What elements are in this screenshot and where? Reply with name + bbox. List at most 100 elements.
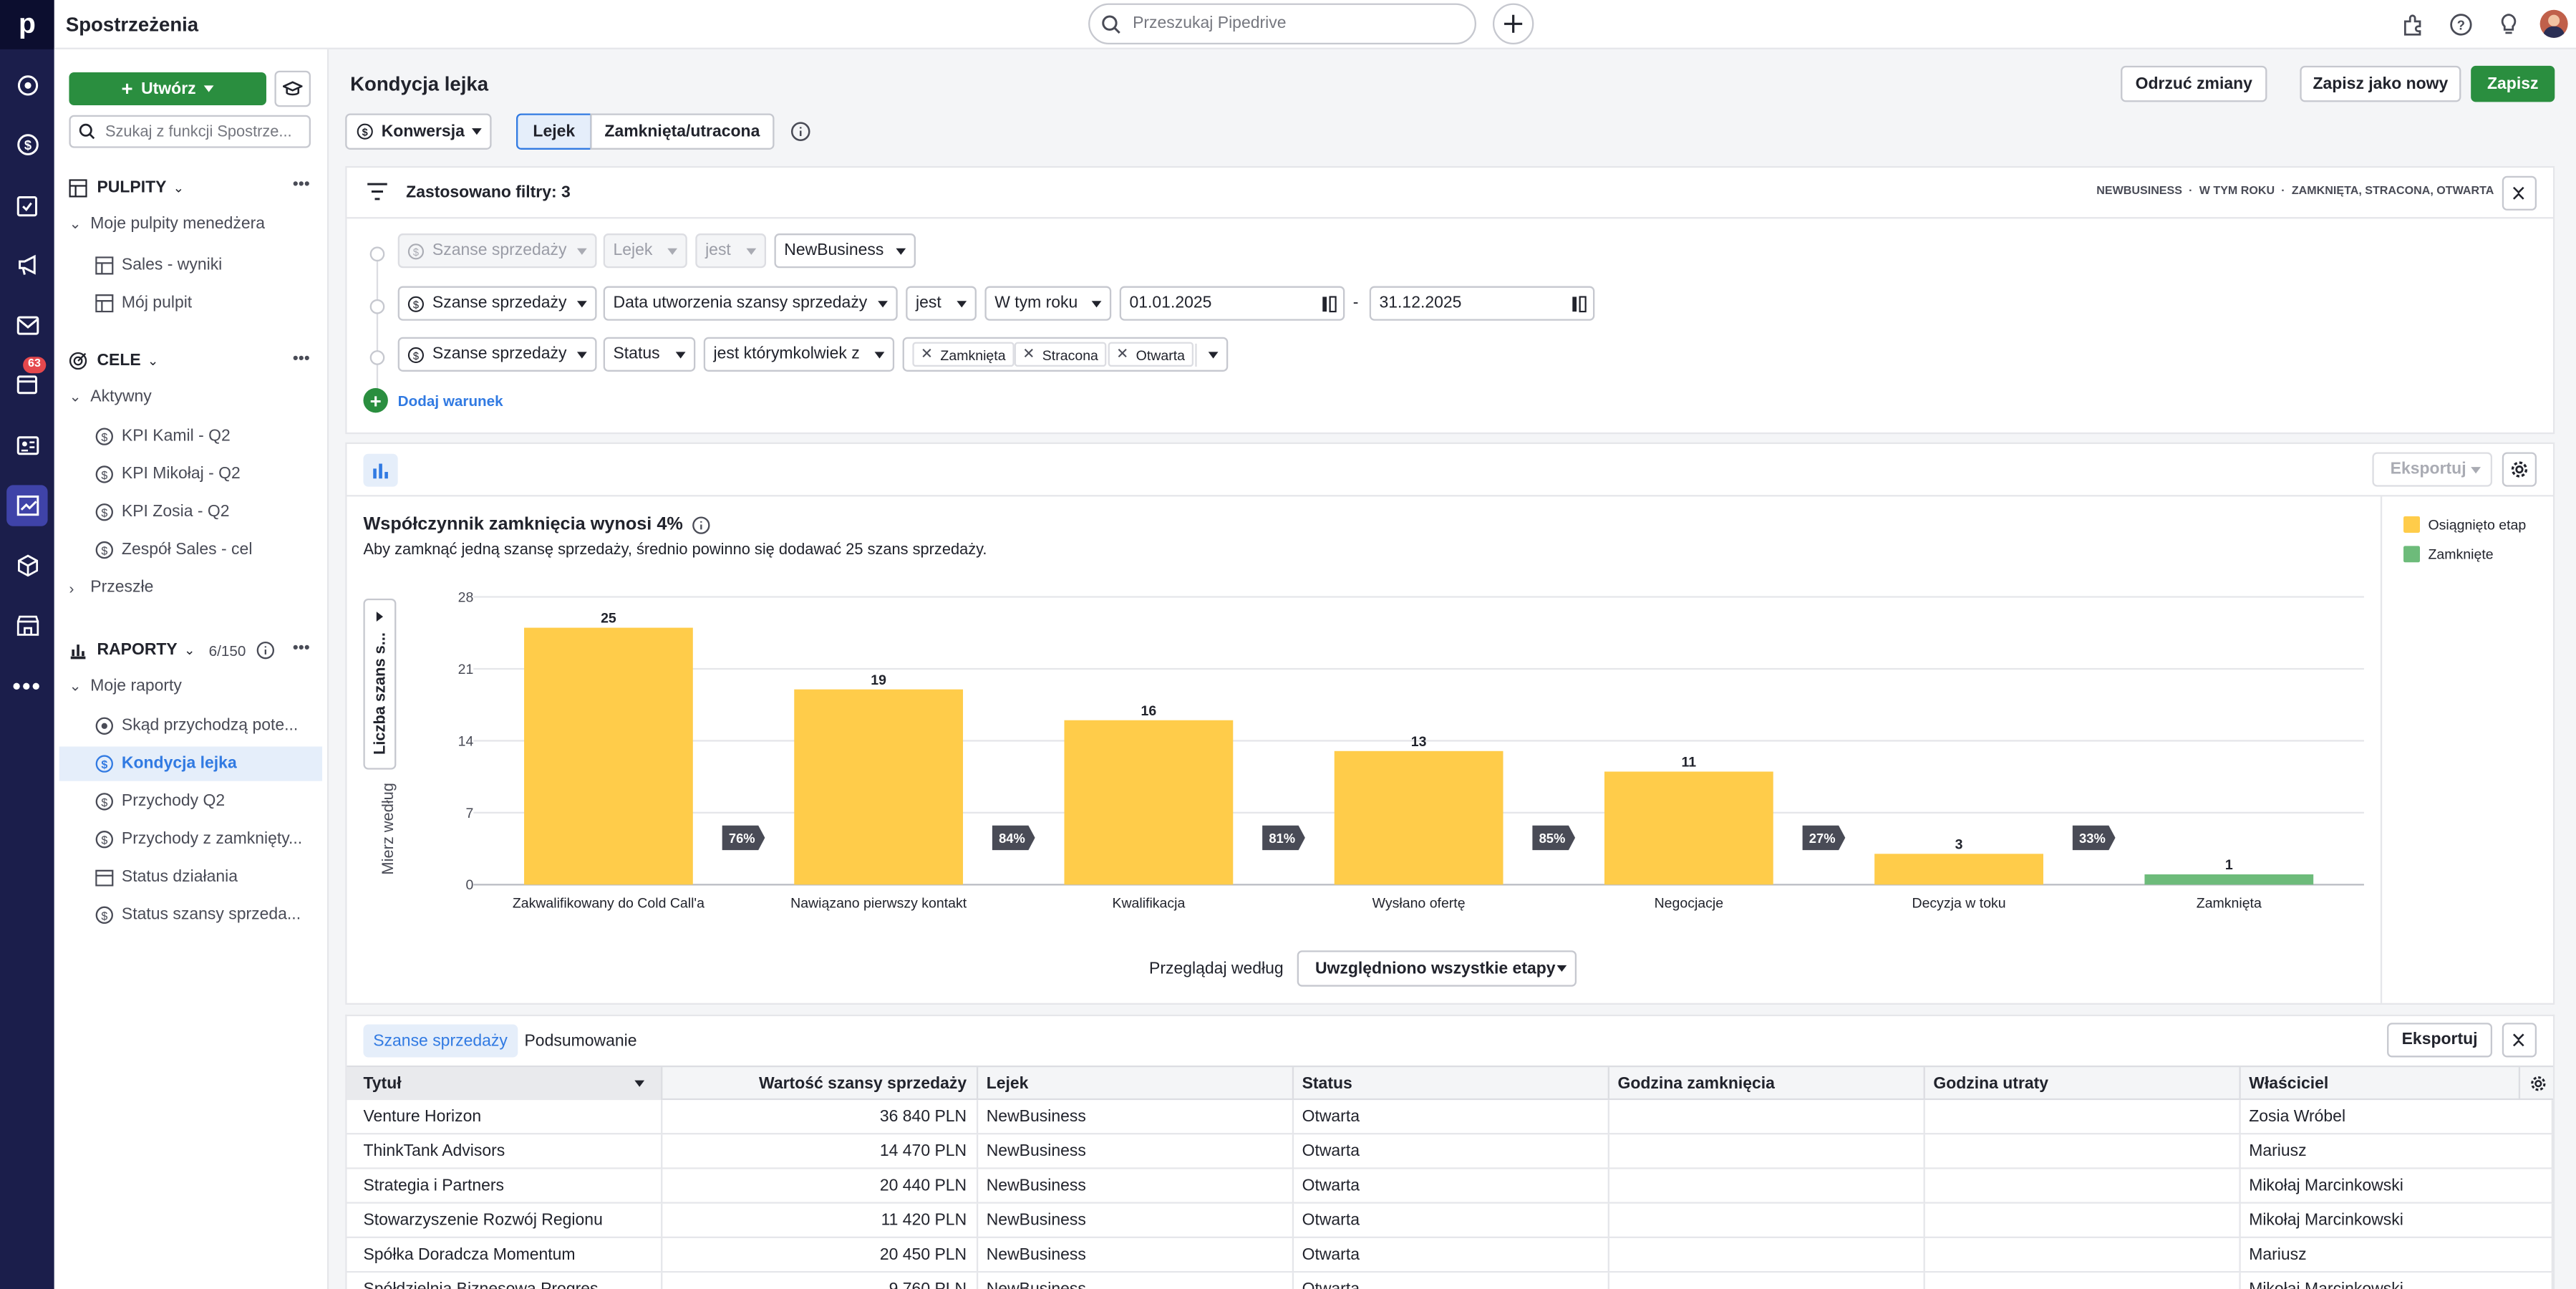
table-row[interactable]: Spółdzielnia Biznesowa Progres9 760 PLNN… [347, 1273, 2553, 1289]
reports-group[interactable]: ⌄ Moje raporty [69, 677, 181, 695]
report-type-select[interactable]: $ Konwersja [345, 113, 492, 150]
reports-section-header[interactable]: RAPORTY ⌄ [69, 642, 195, 660]
goals-more-icon[interactable]: ••• [293, 350, 310, 368]
y-tick-label: 0 [465, 877, 473, 893]
deal-icon: $ [95, 541, 113, 559]
filter3-operator-select[interactable]: jest którymkolwiek z [703, 337, 895, 372]
col-header-owner[interactable]: Właściciel [2241, 1067, 2521, 1101]
table-settings-icon[interactable] [2530, 1076, 2547, 1097]
table-row[interactable]: Strategia i Partners 20 440 PLN NewBusines… [347, 1169, 2553, 1204]
sidebar-item-kpi-mikolaj[interactable]: $ KPI Mikołaj - Q2 [59, 457, 322, 491]
filters-title: Zastosowano filtry: 3 [406, 184, 571, 203]
dashboards-more-icon[interactable]: ••• [293, 176, 310, 194]
info-icon[interactable] [693, 516, 711, 534]
measure-by-select[interactable]: Liczba szans s... [363, 598, 397, 770]
col-header-lost-time[interactable]: Godzina utraty [1925, 1067, 2241, 1101]
nav-marketplace-icon[interactable] [6, 605, 47, 646]
global-search[interactable]: Przeszukaj Pipedrive [1088, 3, 1476, 44]
filter2-period-select[interactable]: W tym roku [984, 286, 1112, 321]
nav-campaigns-icon[interactable] [6, 243, 47, 284]
status-tag-won[interactable]: Zamknięta [912, 342, 1015, 367]
sidebar-item-report-2[interactable]: $ Kondycja lejka [59, 746, 323, 781]
reports-more-icon[interactable]: ••• [293, 639, 310, 657]
col-header-title[interactable]: Tytuł [347, 1067, 663, 1101]
reports-group-label: Moje raporty [90, 677, 182, 696]
filter2-date-from[interactable]: 01.01.2025 [1119, 286, 1345, 321]
save-as-new-button[interactable]: Zapisz jako nowy [2300, 65, 2461, 102]
goals-section-header[interactable]: CELE ⌄ [69, 352, 158, 370]
caret-down-icon [675, 351, 686, 358]
pipedrive-logo[interactable]: p [0, 0, 54, 49]
user-avatar[interactable] [2539, 9, 2568, 38]
add-condition-button[interactable]: + Dodaj warunek [363, 387, 503, 413]
quick-add-button[interactable] [1492, 3, 1534, 44]
sidebar-item-zespol-sales[interactable]: $ Zespół Sales - cel [59, 533, 322, 567]
sidebar-search[interactable]: Szukaj z funkcji Spostrze... [69, 115, 311, 148]
table-row[interactable]: Stowarzyszenie Rozwój Regionu 11 420 PLN N… [347, 1203, 2553, 1239]
create-button[interactable]: + Utwórz [69, 72, 266, 105]
status-tag-open[interactable]: Otwarta [1108, 342, 1193, 367]
sidebar-item-report-4[interactable]: $ Przychody z zamknięty... [59, 822, 322, 856]
academy-button[interactable] [274, 70, 311, 107]
sidebar-item-sales-wyniki[interactable]: Sales - wyniki [59, 248, 322, 283]
tab-won-lost[interactable]: Zamknięta/utracona [590, 113, 775, 150]
sidebar-item-kpi-kamil[interactable]: $ KPI Kamil - Q2 [59, 420, 322, 454]
sidebar-item-kpi-zosia[interactable]: $ KPI Zosia - Q2 [59, 495, 322, 529]
filter3-field-select[interactable]: Status [603, 337, 696, 372]
chart-heading-text: Współczynnik zamknięcia wynosi 4% [363, 514, 683, 535]
browse-by-select[interactable]: Uwzględniono wszystkie etapy [1297, 950, 1577, 987]
filter-lines-icon[interactable] [367, 183, 388, 206]
table-export-button[interactable]: Eksportuj [2387, 1023, 2493, 1058]
dashboards-section-header[interactable]: PULPITY ⌄ [69, 179, 184, 198]
date-range-separator: - [1352, 294, 1359, 313]
sidebar-item-report-1[interactable]: Skąd przychodzą pote... [59, 709, 322, 743]
filter3-entity-select[interactable]: $ Szanse sprzedaży [397, 337, 597, 372]
goals-past-label: Przeszłe [90, 579, 154, 597]
reports-info-icon[interactable] [256, 641, 275, 665]
tab-summary[interactable]: Podsumowanie [524, 1025, 636, 1058]
table-row[interactable]: Spółka Doradcza Momentum 20 450 PLN NewBus… [347, 1238, 2553, 1273]
nav-mail-icon[interactable] [6, 304, 47, 345]
col-header-status[interactable]: Status [1294, 1067, 1609, 1101]
discard-changes-button[interactable]: Odrzuć zmiany [2121, 65, 2267, 102]
filter1-value-select[interactable]: NewBusiness [774, 233, 916, 269]
sidebar-item-moj-pulpit[interactable]: Mój pulpit [59, 286, 322, 321]
chart-type-button[interactable] [363, 453, 398, 487]
bar [524, 627, 693, 885]
sidebar-item-report-6[interactable]: $ Status szansy sprzeda... [59, 898, 322, 932]
save-button[interactable]: Zapisz [2471, 65, 2555, 102]
filter2-date-to[interactable]: 31.12.2025 [1369, 286, 1595, 321]
chart-settings-button[interactable] [2502, 452, 2537, 487]
tips-lightbulb-icon[interactable] [2497, 13, 2520, 41]
table-row[interactable]: ThinkTank Advisors 14 470 PLN NewBusiness O… [347, 1134, 2553, 1169]
collapse-filters-button[interactable] [2502, 175, 2537, 211]
goals-past-group[interactable]: › Przeszłe [69, 579, 153, 597]
status-tag-lost[interactable]: Stracona [1014, 342, 1107, 367]
tab-deals[interactable]: Szanse sprzedaży [363, 1024, 518, 1058]
toolbar-info-icon[interactable] [790, 122, 810, 146]
tab-funnel[interactable]: Lejek [516, 113, 592, 150]
goals-group[interactable]: ⌄ Aktywny [69, 388, 151, 406]
col-header-pipeline[interactable]: Lejek [978, 1067, 1294, 1101]
col-header-value[interactable]: Wartość szansy sprzedaży [662, 1067, 979, 1101]
nav-leads-icon[interactable] [6, 64, 47, 105]
nav-more-icon[interactable]: ••• [6, 665, 47, 705]
table-row[interactable]: Venture Horizon 36 840 PLN NewBusiness Otwa… [347, 1100, 2553, 1135]
sidebar-item-report-3[interactable]: $ Przychody Q2 [59, 784, 322, 819]
nav-products-icon[interactable] [6, 544, 47, 585]
filter2-entity-select[interactable]: $ Szanse sprzedaży [397, 286, 597, 321]
help-icon[interactable]: ? [2449, 13, 2472, 41]
dashboards-group[interactable]: ⌄ Moje pulpity menedżera [69, 216, 265, 233]
filter2-operator-select[interactable]: jest [906, 286, 977, 321]
nav-insights-icon[interactable] [6, 485, 48, 526]
nav-deals-icon[interactable]: $ [6, 123, 47, 164]
nav-contacts-icon[interactable] [6, 424, 47, 465]
caret-down-icon [874, 351, 885, 358]
filter2-field-select[interactable]: Data utworzenia szansy sprzedaży [603, 286, 898, 321]
col-header-won-time[interactable]: Godzina zamknięcia [1609, 1067, 1925, 1101]
nav-activities-icon[interactable] [6, 184, 47, 225]
collapse-table-button[interactable] [2502, 1023, 2537, 1058]
sidebar-item-report-5[interactable]: Status działania [59, 860, 322, 894]
extensions-icon[interactable] [2402, 13, 2425, 41]
table-cell: 20 440 PLN [662, 1169, 979, 1204]
